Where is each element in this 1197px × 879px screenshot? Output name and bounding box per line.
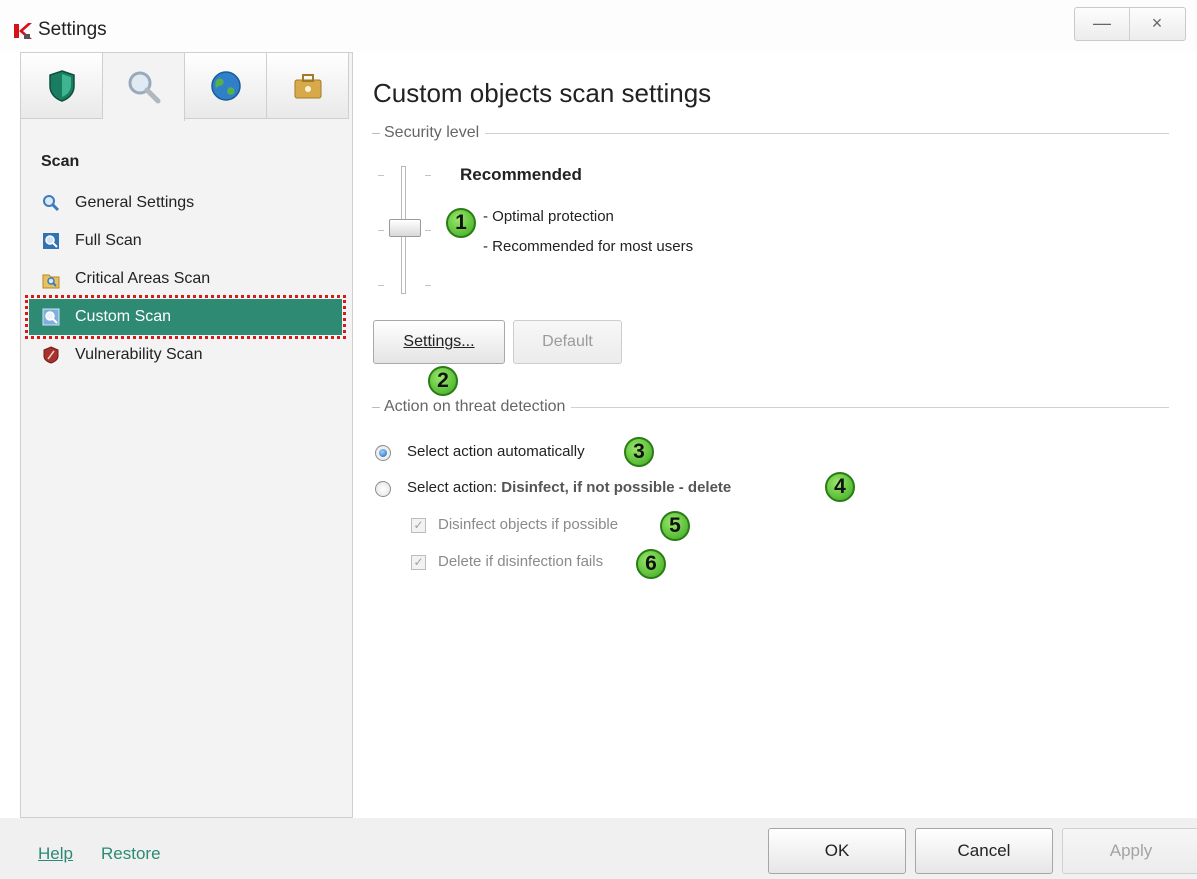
default-button[interactable]: Default [513, 320, 622, 364]
magnifier-icon [41, 193, 61, 213]
slider-thumb[interactable] [389, 219, 421, 237]
sidebar: Scan General Settings Full Scan Critical… [20, 52, 353, 818]
shield-icon [48, 69, 75, 102]
radio-select-automatically-label: Select action automatically [407, 443, 585, 460]
vulnerability-icon [41, 345, 61, 365]
sidebar-item-custom-scan[interactable]: Custom Scan [25, 295, 346, 339]
slider-tick [378, 175, 384, 176]
callout-badge-1: 1 [446, 208, 476, 238]
critical-areas-icon [41, 269, 61, 289]
security-level-description: - Recommended for most users [483, 238, 694, 255]
callout-badge-5: 5 [660, 511, 690, 541]
section-dash [372, 406, 380, 408]
window-title: Settings [38, 19, 107, 40]
tab-scan[interactable] [103, 53, 185, 121]
checkbox-delete-label: Delete if disinfection fails [438, 553, 604, 570]
tab-update[interactable] [185, 53, 267, 119]
radio-select-action-label: Select action: Disinfect, if not possibl… [407, 479, 731, 496]
title-bar: Settings — × [0, 0, 1197, 52]
sidebar-item-label: Critical Areas Scan [75, 270, 211, 287]
checkbox-disinfect-label: Disinfect objects if possible [438, 516, 619, 533]
section-divider [571, 406, 1169, 408]
callout-badge-2: 2 [428, 366, 458, 396]
full-scan-icon [41, 231, 61, 251]
threat-action-section: Action on threat detection [372, 397, 1169, 417]
radio-select-action[interactable] [375, 481, 391, 497]
sidebar-item-full-scan[interactable]: Full Scan [29, 223, 342, 259]
toolbox-icon [294, 73, 321, 98]
minimize-button[interactable]: — [1075, 8, 1130, 40]
section-title: Security level [384, 124, 480, 141]
apply-button[interactable]: Apply [1062, 828, 1197, 874]
slider-tick [378, 285, 384, 286]
help-link[interactable]: Help [38, 844, 73, 864]
sidebar-item-critical-areas-scan[interactable]: Critical Areas Scan [29, 261, 342, 297]
kaspersky-logo-icon [14, 23, 32, 39]
security-level-description: - Optimal protection [483, 208, 614, 225]
sidebar-item-label: Full Scan [75, 232, 142, 249]
slider-tick [378, 230, 384, 231]
tab-tools[interactable] [267, 53, 349, 119]
callout-badge-4: 4 [825, 472, 855, 502]
select-action-value: Disinfect, if not possible - delete [501, 479, 732, 496]
radio-select-automatically[interactable] [375, 445, 391, 461]
cancel-button[interactable]: Cancel [915, 828, 1053, 874]
sidebar-item-vulnerability-scan[interactable]: Vulnerability Scan [29, 337, 342, 373]
sidebar-heading: Scan [41, 153, 80, 170]
globe-icon [210, 70, 241, 101]
slider-tick [425, 175, 431, 176]
checkbox-disinfect[interactable]: ✓ [411, 518, 426, 533]
restore-link[interactable]: Restore [101, 844, 161, 864]
settings-button-label: Settings... [403, 333, 475, 350]
ok-button[interactable]: OK [768, 828, 906, 874]
security-level-name: Recommended [460, 165, 582, 184]
select-action-text: Select action: [407, 479, 498, 496]
sidebar-item-general-settings[interactable]: General Settings [29, 185, 342, 221]
callout-badge-6: 6 [636, 549, 666, 579]
sidebar-item-label: Custom Scan [75, 308, 172, 325]
category-tabs [21, 53, 352, 121]
security-level-section: Security level [372, 123, 1169, 143]
window-controls: — × [1074, 7, 1186, 41]
settings-button[interactable]: Settings... [373, 320, 505, 364]
section-dash [372, 132, 380, 134]
sidebar-item-label: Vulnerability Scan [75, 346, 203, 363]
close-button[interactable]: × [1130, 8, 1184, 40]
callout-badge-3: 3 [624, 437, 654, 467]
slider-tick [425, 230, 431, 231]
custom-scan-icon [41, 307, 61, 327]
magnifier-icon [128, 71, 160, 104]
page-title: Custom objects scan settings [373, 78, 712, 108]
slider-tick [425, 285, 431, 286]
section-title: Action on threat detection [384, 398, 566, 415]
section-divider [485, 132, 1169, 134]
checkbox-delete[interactable]: ✓ [411, 555, 426, 570]
sidebar-item-label: General Settings [75, 194, 195, 211]
help-link-label: Help [38, 844, 73, 863]
tab-protection[interactable] [21, 53, 103, 119]
